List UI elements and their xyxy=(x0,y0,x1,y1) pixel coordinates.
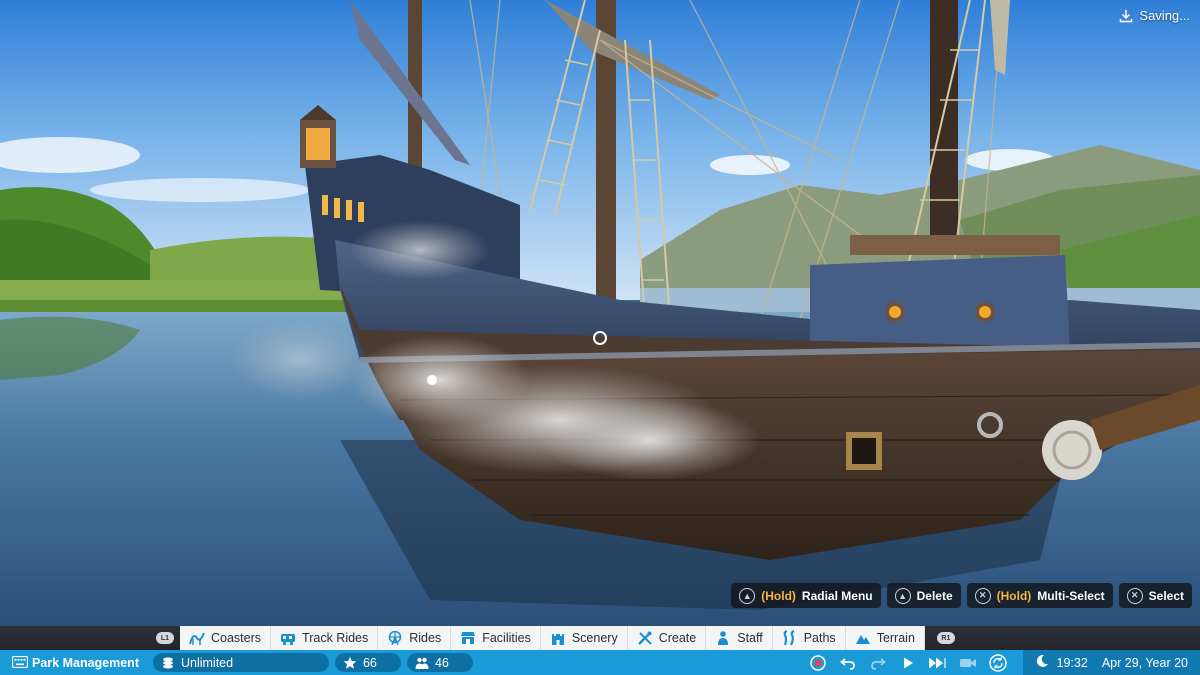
date-value: Apr 29, Year 20 xyxy=(1101,655,1188,670)
tab-label: Create xyxy=(658,631,697,645)
hint-delete[interactable]: ▲ Delete xyxy=(886,583,961,608)
category-tabs: Coasters Track Rides Rides Facilities Sc… xyxy=(180,626,925,650)
time-value: 19:32 xyxy=(1056,655,1088,670)
redo-icon[interactable] xyxy=(867,653,889,672)
hint-radial-menu[interactable]: ▲ (Hold) Radial Menu xyxy=(731,583,881,608)
tab-facilities[interactable]: Facilities xyxy=(451,626,541,650)
undo-icon[interactable] xyxy=(837,653,859,672)
park-rating-display[interactable]: 66 xyxy=(334,653,401,672)
stop-button-icon[interactable] xyxy=(807,653,829,672)
ferris-wheel-icon xyxy=(387,630,403,646)
tab-track-rides[interactable]: Track Rides xyxy=(271,626,379,650)
tab-label: Facilities xyxy=(482,631,531,645)
saving-text: Saving... xyxy=(1139,8,1190,23)
controller-hints: ▲ (Hold) Radial Menu ▲ Delete ✕ (Hold) M… xyxy=(731,583,1192,608)
download-icon xyxy=(1119,9,1133,23)
date-time-display[interactable]: 19:32 Apr 29, Year 20 xyxy=(1022,650,1200,675)
coins-icon xyxy=(161,656,175,670)
guests-icon xyxy=(415,656,429,670)
hint-label: Select xyxy=(1148,588,1184,603)
status-bar: Park Management Unlimited 66 46 19:32 Ap… xyxy=(0,650,1200,675)
tab-label: Rides xyxy=(409,631,442,645)
tools-icon xyxy=(637,630,653,646)
tab-staff[interactable]: Staff xyxy=(706,626,773,650)
tab-label: Scenery xyxy=(571,631,618,645)
terrain-icon xyxy=(855,630,871,646)
park-management-button[interactable]: Park Management xyxy=(0,653,147,672)
cross-button-icon: ✕ xyxy=(1126,587,1143,604)
category-tab-bar: L1 Coasters Track Rides Rides Facilities… xyxy=(0,626,1200,650)
castle-icon xyxy=(550,630,566,646)
moon-icon xyxy=(1035,654,1049,671)
hint-hold-label: (Hold) xyxy=(761,588,796,603)
tab-label: Terrain xyxy=(876,631,915,645)
hint-label: Multi-Select xyxy=(1037,588,1105,603)
star-icon xyxy=(343,656,357,670)
shop-icon xyxy=(460,630,476,646)
hint-multi-select[interactable]: ✕ (Hold) Multi-Select xyxy=(966,583,1113,608)
tab-rides[interactable]: Rides xyxy=(378,626,452,650)
money-display[interactable]: Unlimited xyxy=(152,653,329,672)
r1-bumper-icon[interactable]: R1 xyxy=(936,632,955,644)
tab-coasters[interactable]: Coasters xyxy=(180,626,272,650)
tab-scenery[interactable]: Scenery xyxy=(540,626,628,650)
tab-paths[interactable]: Paths xyxy=(772,626,846,650)
path-icon xyxy=(782,630,798,646)
park-management-label: Park Management xyxy=(32,655,139,670)
hint-hold-label: (Hold) xyxy=(996,588,1032,603)
train-icon xyxy=(280,630,296,646)
triangle-button-icon: ▲ xyxy=(894,587,911,604)
saving-indicator: Saving... xyxy=(1119,8,1190,23)
rating-value: 66 xyxy=(362,655,377,670)
tab-label: Coasters xyxy=(211,631,262,645)
hint-select[interactable]: ✕ Select xyxy=(1118,583,1192,608)
cross-button-icon: ✕ xyxy=(974,587,991,604)
keyboard-icon xyxy=(11,655,29,670)
tab-label: Paths xyxy=(803,631,836,645)
staff-icon xyxy=(715,630,731,646)
hint-label: Delete xyxy=(916,588,953,603)
play-icon[interactable] xyxy=(897,653,919,672)
triangle-button-icon: ▲ xyxy=(739,587,756,604)
tab-label: Staff xyxy=(737,631,763,645)
game-viewport[interactable] xyxy=(0,0,1200,675)
guests-display[interactable]: 46 xyxy=(406,653,473,672)
coaster-icon xyxy=(189,630,205,646)
guests-value: 46 xyxy=(434,655,449,670)
l1-bumper-icon[interactable]: L1 xyxy=(156,632,174,644)
camera-icon[interactable] xyxy=(957,653,979,672)
tab-create[interactable]: Create xyxy=(627,626,707,650)
pirate-ship-scene xyxy=(0,0,1200,627)
money-value: Unlimited xyxy=(180,655,234,670)
fast-forward-icon[interactable] xyxy=(927,653,949,672)
hint-label: Radial Menu xyxy=(801,588,873,603)
time-controls: 19:32 Apr 29, Year 20 xyxy=(803,650,1200,675)
sync-icon[interactable] xyxy=(987,653,1009,672)
tab-terrain[interactable]: Terrain xyxy=(845,626,925,650)
tab-label: Track Rides xyxy=(302,631,369,645)
